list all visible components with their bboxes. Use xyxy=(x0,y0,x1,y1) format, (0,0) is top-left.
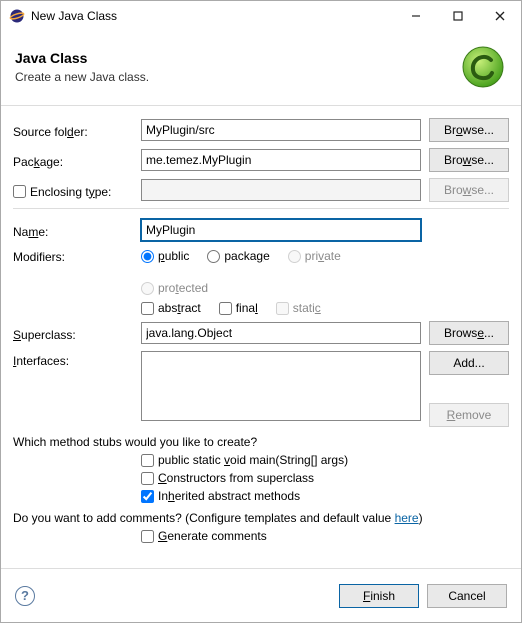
comments-question-suffix: ) xyxy=(419,511,423,525)
comments-question: Do you want to add comments? (Configure … xyxy=(13,511,509,525)
modifier-checks: abstract final static xyxy=(141,299,421,315)
private-label: private xyxy=(305,249,341,263)
stubs-question: Which method stubs would you like to cre… xyxy=(13,435,509,449)
visibility-group: public package private protected xyxy=(141,247,421,295)
main-method-checkbox[interactable] xyxy=(141,454,154,467)
constructors-checkbox[interactable] xyxy=(141,472,154,485)
package-browse-button[interactable]: Browse... xyxy=(429,148,509,172)
minimize-button[interactable] xyxy=(395,2,437,30)
superclass-label: Superclass: xyxy=(13,325,141,342)
generate-comments-checkbox[interactable] xyxy=(141,530,154,543)
protected-label: protected xyxy=(158,281,208,295)
interfaces-list[interactable] xyxy=(141,351,421,421)
name-input[interactable] xyxy=(141,219,421,241)
dialog-content: Source folder: Browse... Package: Browse… xyxy=(1,106,521,568)
header-title: Java Class xyxy=(15,50,455,66)
close-button[interactable] xyxy=(479,2,521,30)
package-vis-label: package xyxy=(224,249,269,263)
enclosing-type-input xyxy=(141,179,421,201)
static-checkbox xyxy=(276,302,289,315)
modifiers-label: Modifiers: xyxy=(13,247,141,264)
final-checkbox[interactable] xyxy=(219,302,232,315)
comments-question-prefix: Do you want to add comments? (Configure … xyxy=(13,511,395,525)
eclipse-icon xyxy=(9,8,25,24)
public-label: public xyxy=(158,249,189,263)
dialog-footer: ? Finish Cancel xyxy=(1,568,521,622)
dialog-window: New Java Class Java Class Create a new J… xyxy=(0,0,522,623)
final-label: final xyxy=(236,301,258,315)
package-label: Package: xyxy=(13,152,141,169)
enclosing-type-check-wrapper: Enclosing type: xyxy=(13,182,141,199)
dialog-header: Java Class Create a new Java class. xyxy=(1,31,521,106)
cancel-button[interactable]: Cancel xyxy=(427,584,507,608)
enclosing-type-label: Enclosing type: xyxy=(30,185,111,199)
titlebar: New Java Class xyxy=(1,1,521,31)
protected-radio xyxy=(141,282,154,295)
interfaces-label: Interfaces: xyxy=(13,351,141,368)
inherited-label: Inherited abstract methods xyxy=(158,489,300,503)
separator xyxy=(13,208,509,209)
add-interface-button[interactable]: Add... xyxy=(429,351,509,375)
main-method-label: public static void main(String[] args) xyxy=(158,453,348,467)
name-label: Name: xyxy=(13,222,141,239)
package-input[interactable] xyxy=(141,149,421,171)
constructors-label: Constructors from superclass xyxy=(158,471,314,485)
superclass-input[interactable] xyxy=(141,322,421,344)
remove-interface-button: Remove xyxy=(429,403,509,427)
help-icon[interactable]: ? xyxy=(15,586,35,606)
source-folder-input[interactable] xyxy=(141,119,421,141)
finish-button[interactable]: Finish xyxy=(339,584,419,608)
superclass-browse-button[interactable]: Browse... xyxy=(429,321,509,345)
generate-comments-label: Generate comments xyxy=(158,529,267,543)
class-icon xyxy=(455,41,507,93)
enclosing-type-checkbox[interactable] xyxy=(13,185,26,198)
header-description: Create a new Java class. xyxy=(15,70,455,84)
source-folder-browse-button[interactable]: Browse... xyxy=(429,118,509,142)
abstract-label: abstract xyxy=(158,301,201,315)
titlebar-title: New Java Class xyxy=(31,9,395,23)
public-radio[interactable] xyxy=(141,250,154,263)
abstract-checkbox[interactable] xyxy=(141,302,154,315)
enclosing-type-browse-button: Browse... xyxy=(429,178,509,202)
private-radio xyxy=(288,250,301,263)
stubs-options: public static void main(String[] args) C… xyxy=(141,453,509,503)
maximize-button[interactable] xyxy=(437,2,479,30)
source-folder-label: Source folder: xyxy=(13,122,141,139)
configure-here-link[interactable]: here xyxy=(395,511,419,525)
inherited-checkbox[interactable] xyxy=(141,490,154,503)
package-radio[interactable] xyxy=(207,250,220,263)
static-label: static xyxy=(293,301,321,315)
